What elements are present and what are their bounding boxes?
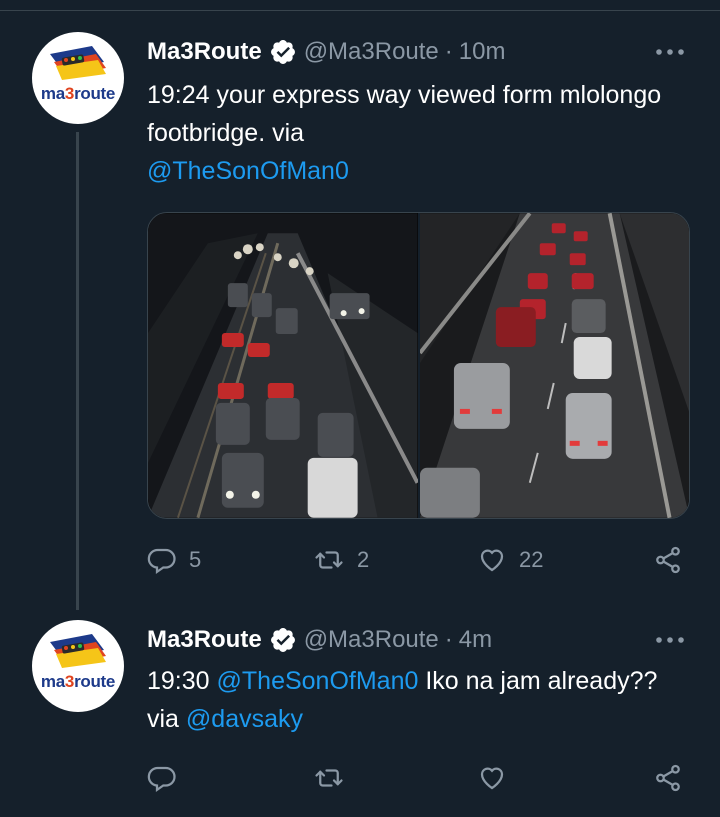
avatar[interactable]: ma3route (32, 620, 124, 712)
avatar-logo-text-part: route (74, 84, 116, 103)
heart-icon (480, 767, 504, 790)
heart-icon (480, 549, 504, 572)
mention-link[interactable]: @davsaky (186, 705, 303, 733)
tweet[interactable]: ma3route Ma3Route @Ma3Route · 10m 19:24 … (0, 0, 720, 610)
retweet-button[interactable]: 2 (313, 542, 369, 578)
mention-link[interactable]: @TheSonOfMan0 (217, 667, 419, 695)
tweet-text-time: 19:30 (147, 667, 210, 695)
avatar-logo-text: ma3route (32, 84, 124, 104)
tweet-text-body: your express way viewed form mlolongo fo… (147, 81, 662, 147)
thread-connector-line (76, 132, 79, 610)
more-options-icon[interactable] (654, 624, 686, 656)
tweet-header: Ma3Route @Ma3Route · 4m (147, 622, 492, 658)
tweet-text-time: 19:24 (147, 81, 210, 109)
reply-icon (147, 766, 176, 793)
tweet-media[interactable] (147, 212, 690, 519)
retweet-button[interactable] (313, 760, 345, 796)
retweet-icon (315, 551, 343, 569)
share-button[interactable] (653, 542, 683, 578)
author-name[interactable]: Ma3Route (147, 38, 262, 66)
ma3route-logo-icon (50, 634, 106, 668)
share-button[interactable] (653, 760, 683, 796)
author-handle[interactable]: @Ma3Route (304, 38, 439, 66)
avatar-logo-text-digit: 3 (64, 672, 75, 691)
verified-badge-icon (269, 626, 297, 654)
retweet-count: 2 (357, 547, 370, 572)
ma3route-logo-icon (50, 46, 106, 80)
avatar[interactable]: ma3route (32, 32, 124, 124)
avatar-logo-text-part: ma (40, 672, 65, 691)
traffic-photo-wide[interactable] (148, 213, 418, 518)
reply-count: 5 (189, 547, 202, 572)
separator-dot: · (444, 626, 453, 653)
reply-button[interactable]: 5 (147, 542, 201, 578)
verified-badge-icon (269, 38, 297, 66)
tweet-text: 19:24 your express way viewed form mlolo… (147, 76, 692, 190)
action-bar: 5 2 22 (147, 542, 692, 578)
avatar-logo-text-part: route (74, 672, 116, 691)
tweet-text: 19:30 @TheSonOfMan0 Iko na jam already??… (147, 662, 692, 738)
like-count: 22 (519, 547, 544, 572)
author-handle[interactable]: @Ma3Route (304, 626, 439, 654)
reply-icon (147, 548, 176, 575)
separator-dot: · (444, 38, 453, 65)
retweet-icon (315, 769, 343, 787)
traffic-photo-close[interactable] (419, 213, 690, 518)
action-bar (147, 760, 692, 796)
avatar-logo-text-digit: 3 (64, 84, 75, 103)
like-button[interactable]: 22 (477, 542, 543, 578)
mention-link[interactable]: @TheSonOfMan0 (147, 157, 349, 185)
reply-button[interactable] (147, 760, 177, 796)
avatar-logo-text-part: ma (40, 84, 65, 103)
tweet-timestamp[interactable]: 10m (459, 38, 506, 66)
author-name[interactable]: Ma3Route (147, 626, 262, 654)
tweet-header: Ma3Route @Ma3Route · 10m (147, 34, 505, 70)
avatar-logo-text: ma3route (32, 672, 124, 692)
more-options-icon[interactable] (654, 36, 686, 68)
share-icon (656, 546, 680, 574)
share-icon (656, 764, 680, 792)
like-button[interactable] (477, 760, 507, 796)
tweet-timestamp[interactable]: 4m (459, 626, 492, 654)
